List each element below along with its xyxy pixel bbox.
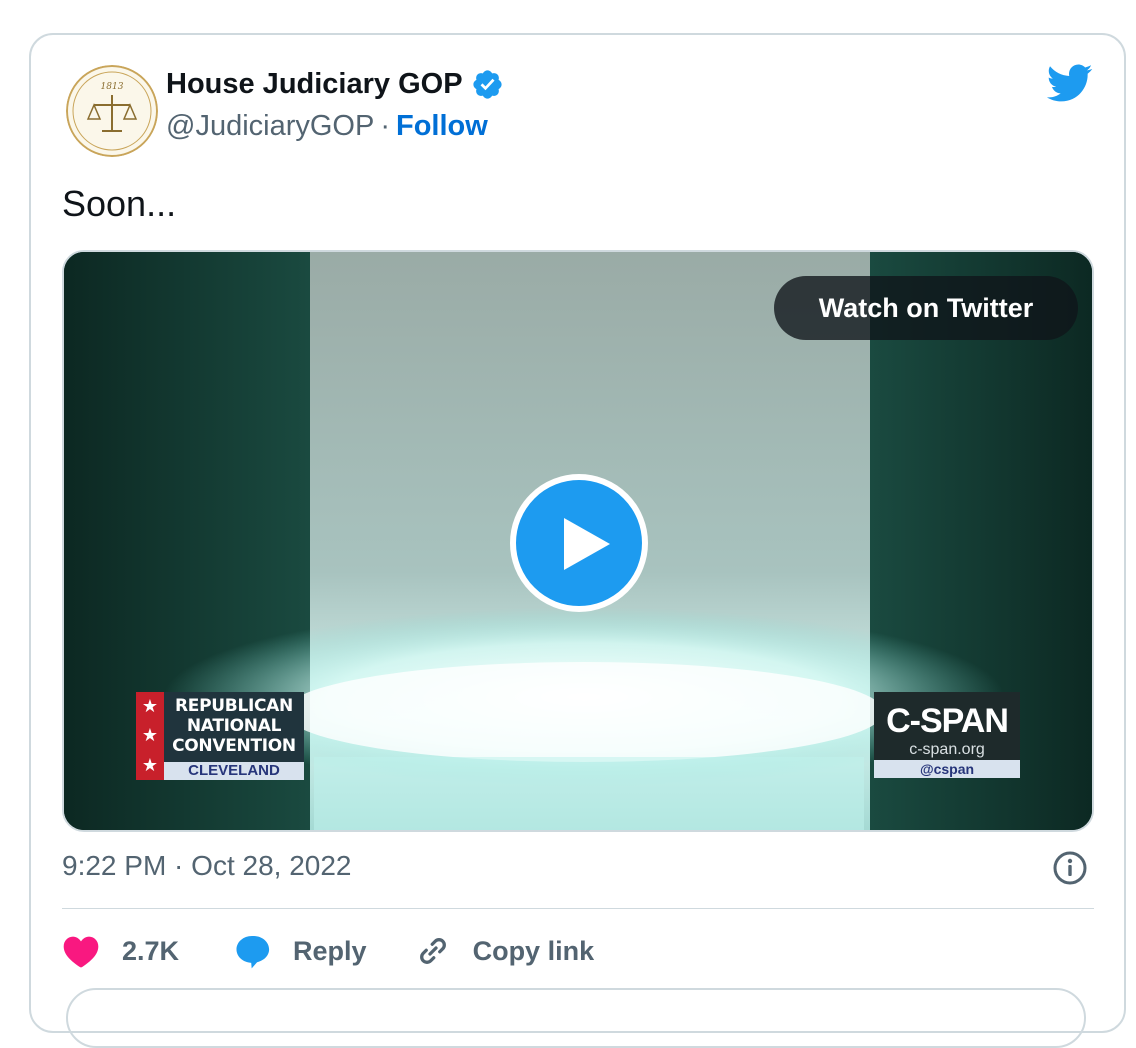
avatar[interactable]: 1813 — [66, 65, 158, 157]
rnc-line: CONVENTION — [172, 736, 296, 756]
video-player[interactable]: Watch on Twitter ★ ★ ★ REPUBLICAN NATION… — [62, 250, 1094, 832]
reply-button[interactable]: Reply — [233, 932, 367, 970]
read-replies-button[interactable] — [66, 988, 1086, 1048]
cspan-url: c-span.org — [909, 741, 985, 758]
tweet-text: Soon... — [62, 183, 177, 224]
rnc-text-block: REPUBLICAN NATIONAL CONVENTION CLEVELAND — [164, 692, 304, 780]
divider — [62, 908, 1094, 909]
copy-link-label: Copy link — [472, 935, 595, 966]
account-name[interactable]: House Judiciary GOP — [166, 68, 463, 101]
tweet-timestamp[interactable]: 9:22 PM · Oct 28, 2022 — [62, 850, 352, 882]
like-count: 2.7K — [122, 935, 180, 966]
watch-on-twitter-button[interactable]: Watch on Twitter — [774, 276, 1078, 340]
rnc-line: NATIONAL — [186, 716, 282, 736]
heart-icon — [63, 936, 99, 968]
link-icon — [419, 938, 446, 964]
rnc-title: REPUBLICAN NATIONAL CONVENTION — [164, 692, 304, 762]
cspan-logo: C-SPAN c-span.org @cspan — [874, 692, 1020, 778]
star-icon: ★ — [141, 754, 159, 775]
twitter-bird-icon[interactable] — [1045, 62, 1093, 104]
play-icon — [564, 518, 610, 570]
info-icon[interactable] — [1052, 850, 1088, 886]
play-button[interactable] — [510, 474, 648, 612]
star-icon: ★ — [141, 696, 159, 717]
star-icons: ★ ★ ★ — [136, 692, 164, 780]
star-icon: ★ — [141, 725, 159, 746]
reply-bubble-icon — [236, 935, 270, 969]
rnc-logo: ★ ★ ★ REPUBLICAN NATIONAL CONVENTION CLE… — [136, 692, 304, 780]
cspan-handle: @cspan — [874, 760, 1020, 778]
rnc-city: CLEVELAND — [164, 762, 304, 780]
follow-button[interactable]: Follow — [396, 110, 488, 143]
separator-dot: · — [380, 110, 390, 142]
account-name-row[interactable]: House Judiciary GOP — [166, 68, 504, 101]
reply-label: Reply — [293, 935, 367, 966]
like-button[interactable]: 2.7K — [62, 934, 179, 968]
copy-link-button[interactable]: Copy link — [415, 933, 595, 969]
cspan-wordmark: C-SPAN — [886, 702, 1009, 740]
action-bar: 2.7K Reply Copy link — [62, 926, 594, 976]
avatar-year: 1813 — [101, 82, 124, 92]
verified-badge-icon — [472, 70, 502, 99]
handle-row: @JudiciaryGOP · Follow — [166, 110, 488, 143]
rnc-line: REPUBLICAN — [175, 696, 293, 716]
account-handle[interactable]: @JudiciaryGOP — [166, 110, 374, 143]
